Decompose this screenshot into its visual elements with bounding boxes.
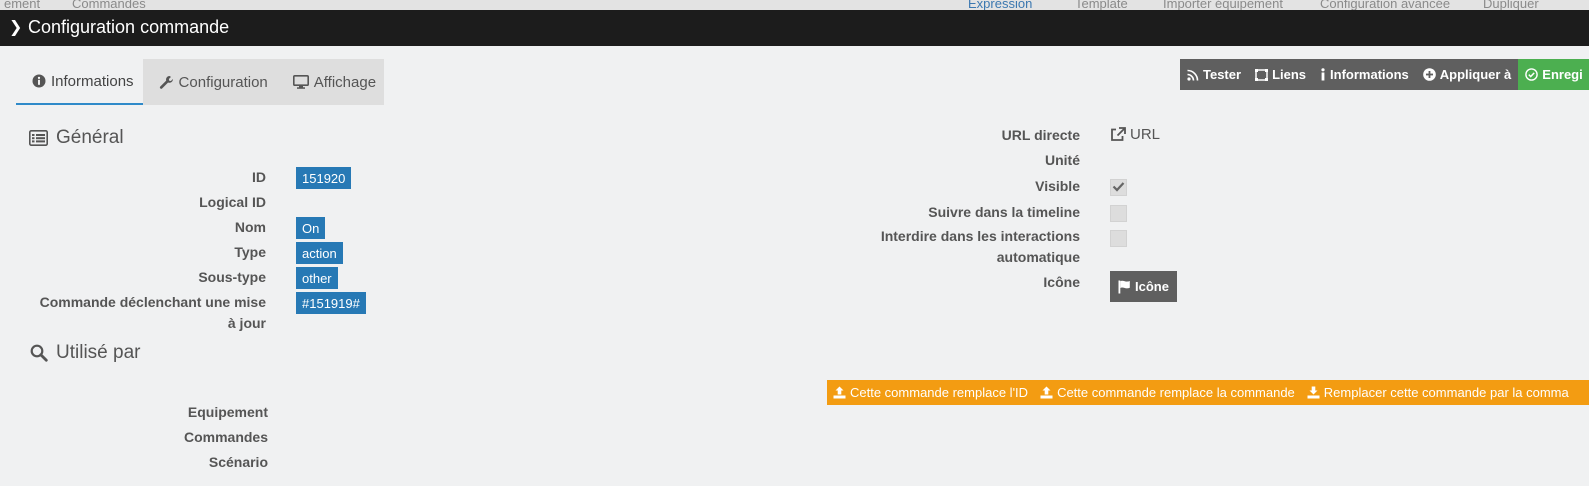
flag-icon xyxy=(1118,280,1131,294)
tab-label: Affichage xyxy=(313,73,377,91)
action-toolbar: Tester Liens Informations Appliquer à En… xyxy=(1180,59,1589,90)
icone-label: Icône xyxy=(1043,274,1080,290)
tab-informations[interactable]: Informations xyxy=(16,59,143,105)
timeline-checkbox[interactable] xyxy=(1110,205,1127,222)
visible-checkbox[interactable] xyxy=(1110,179,1127,196)
monitor-icon xyxy=(292,75,309,89)
general-heading: Général xyxy=(29,127,124,149)
icone-button[interactable]: Icône xyxy=(1110,271,1177,302)
links-icon xyxy=(1255,68,1269,81)
id-label: ID xyxy=(252,169,266,185)
replace-toolbar: Cette commande remplace l'ID Cette comma… xyxy=(827,380,1589,405)
info-circle-icon xyxy=(32,74,46,88)
interdire-checkbox[interactable] xyxy=(1110,230,1127,247)
interdire-label: Interdire dans les interactions automati… xyxy=(880,228,1080,265)
check-circle-icon xyxy=(1525,68,1539,81)
timeline-label: Suivre dans la timeline xyxy=(928,204,1080,220)
tab-label: Informations xyxy=(51,72,134,90)
nom-value: On xyxy=(296,217,326,239)
check-icon xyxy=(1112,179,1125,197)
url-link[interactable]: URL xyxy=(1110,126,1160,143)
external-link-icon xyxy=(1110,127,1126,142)
tester-button[interactable]: Tester xyxy=(1180,59,1249,90)
unite-label: Unité xyxy=(1045,152,1080,168)
tab-configuration[interactable]: Configuration xyxy=(142,59,277,105)
wrench-icon xyxy=(159,75,174,90)
command-config-modal: Informations Configuration Affichage Tes… xyxy=(0,46,1589,486)
modal-title: Configuration commande xyxy=(28,17,230,37)
maj-value: #151919# xyxy=(296,292,366,314)
sous-type-value: other xyxy=(296,267,338,289)
logical-id-label: Logical ID xyxy=(199,194,266,210)
plus-circle-icon xyxy=(1422,68,1436,81)
used-by-heading: Utilisé par xyxy=(30,342,140,364)
tab-bar: Informations Configuration Affichage xyxy=(16,59,385,105)
sous-type-label: Sous-type xyxy=(198,269,266,285)
chevron-right-icon[interactable]: ❯ xyxy=(9,17,22,37)
replace-id-button[interactable]: Cette commande remplace l'ID xyxy=(827,380,1034,405)
visible-label: Visible xyxy=(1035,178,1080,194)
nom-label: Nom xyxy=(234,219,266,235)
appliquer-button[interactable]: Appliquer à xyxy=(1415,59,1519,90)
rss-icon xyxy=(1187,69,1199,81)
upload-icon xyxy=(1040,386,1053,399)
modal-titlebar: ❯ Configuration commande xyxy=(0,10,1589,46)
download-icon xyxy=(1307,386,1320,399)
informations-button[interactable]: Informations xyxy=(1313,59,1416,90)
search-icon xyxy=(30,344,48,362)
maj-label: Commande déclenchant une mise à jour xyxy=(39,294,266,331)
upload-icon xyxy=(833,386,846,399)
type-value: action xyxy=(296,242,343,264)
tab-affichage[interactable]: Affichage xyxy=(276,59,385,105)
liens-button[interactable]: Liens xyxy=(1248,59,1314,90)
type-label: Type xyxy=(234,244,266,260)
enregistrer-button[interactable]: Enregi xyxy=(1518,59,1589,90)
equipement-label: Equipement xyxy=(187,404,268,420)
list-icon xyxy=(29,130,48,146)
scenario-label: Scénario xyxy=(208,454,268,470)
url-directe-label: URL directe xyxy=(1001,127,1080,143)
info-icon xyxy=(1320,68,1326,81)
tab-label: Configuration xyxy=(178,73,268,91)
id-value: 151920 xyxy=(296,167,352,189)
replace-command-button[interactable]: Cette commande remplace la commande xyxy=(1034,380,1301,405)
replace-by-command-button[interactable]: Remplacer cette commande par la comma xyxy=(1301,380,1575,405)
commandes-label: Commandes xyxy=(183,429,268,445)
